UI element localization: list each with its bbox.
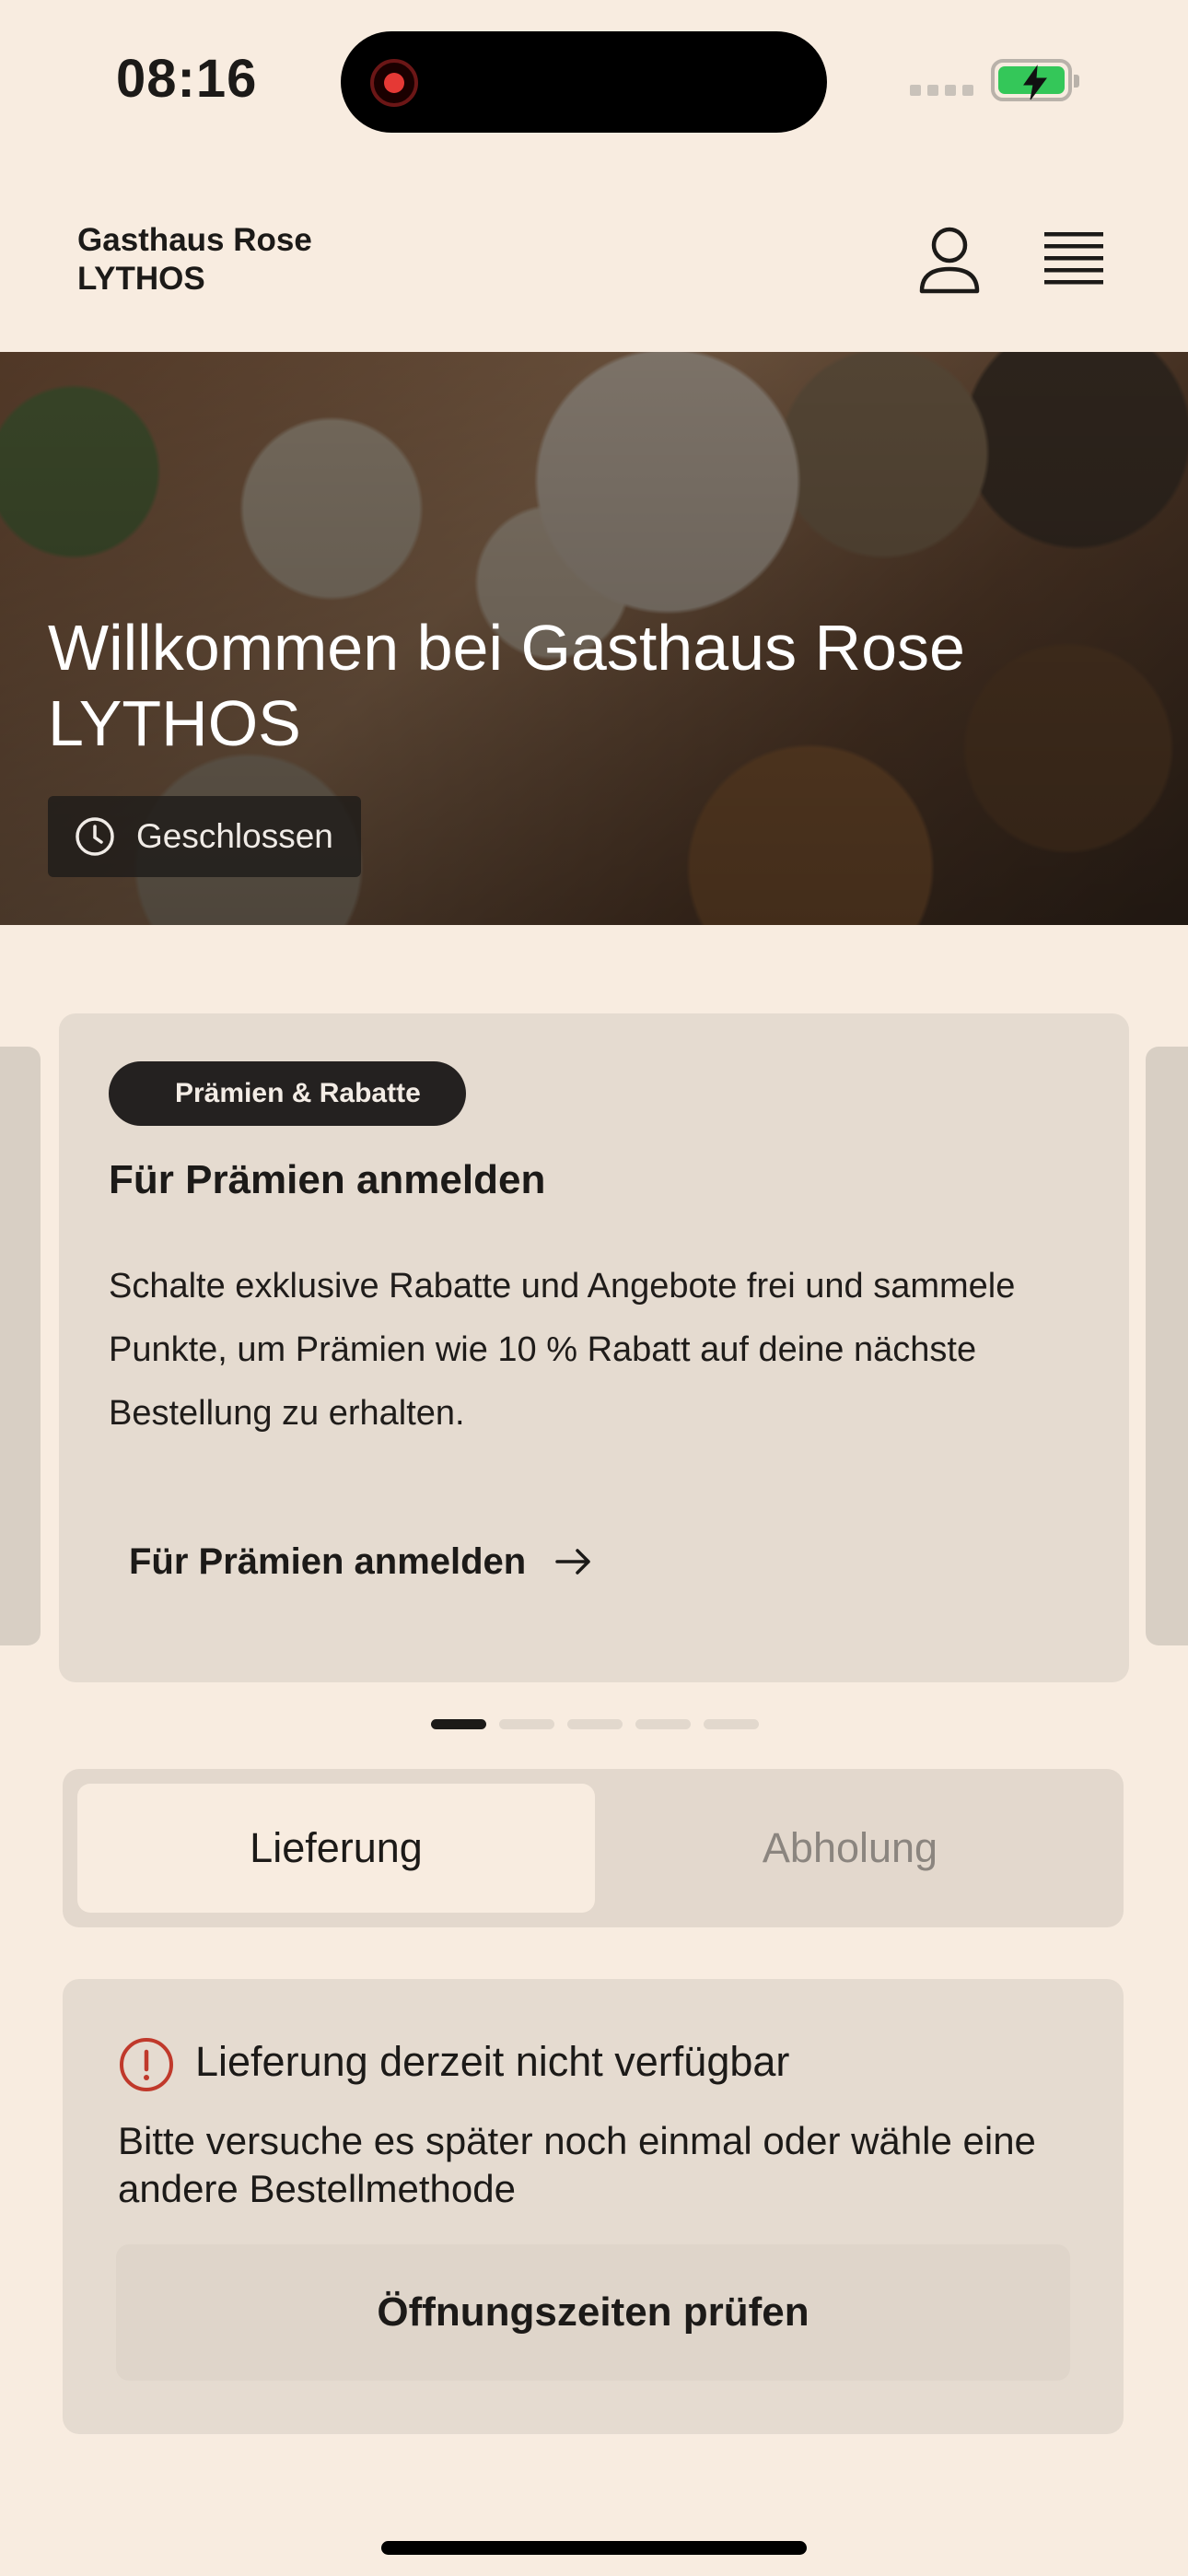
hero-title: Willkommen bei Gasthaus Rose LYTHOS [48, 612, 965, 759]
menu-button[interactable] [1044, 232, 1103, 290]
carousel-previous-card[interactable] [0, 1047, 41, 1645]
delivery-unavailable-notice: Lieferung derzeit nicht verfügbar Bitte … [63, 1979, 1124, 2434]
status-time: 08:16 [116, 49, 258, 109]
tab-pickup[interactable]: Abholung [591, 1784, 1109, 1913]
hero-banner: Willkommen bei Gasthaus Rose LYTHOS Gesc… [0, 352, 1188, 925]
open-status-text: Geschlossen [136, 817, 333, 855]
app-header: Gasthaus Rose LYTHOS [0, 166, 1188, 352]
open-status-badge: Geschlossen [48, 796, 361, 877]
arrow-right-icon [555, 1549, 590, 1575]
brand-line-2: LYTHOS [77, 261, 205, 297]
user-icon [919, 227, 980, 294]
carousel-dot[interactable] [499, 1719, 554, 1729]
order-method-toggle: Lieferung Abholung [63, 1769, 1124, 1927]
alert-circle-icon [120, 2038, 173, 2091]
recording-icon [370, 59, 418, 107]
battery-icon [991, 59, 1079, 101]
carousel-next-card[interactable] [1146, 1047, 1188, 1645]
carousel-dot[interactable] [704, 1719, 759, 1729]
carousel-dot[interactable] [431, 1719, 486, 1729]
carousel-pagination [431, 1719, 759, 1729]
brand-line-1: Gasthaus Rose [77, 222, 312, 258]
account-button[interactable] [917, 225, 982, 299]
home-indicator[interactable] [381, 2541, 807, 2555]
promo-title: Für Prämien anmelden [109, 1157, 546, 1202]
notice-title: Lieferung derzeit nicht verfügbar [195, 2038, 790, 2085]
carousel-dot[interactable] [567, 1719, 623, 1729]
dynamic-island [341, 31, 827, 133]
carousel-dot[interactable] [635, 1719, 691, 1729]
clock-icon [76, 817, 114, 856]
brand-name[interactable]: Gasthaus Rose LYTHOS [77, 221, 312, 299]
promo-card[interactable]: Prämien & Rabatte Für Prämien anmelden S… [59, 1013, 1129, 1682]
notice-message: Bitte versuche es später noch einmal ode… [118, 2119, 1036, 2210]
status-bar: 08:16 [0, 0, 1188, 166]
promo-tag: Prämien & Rabatte [109, 1061, 466, 1126]
signal-icon [910, 85, 973, 96]
promo-description: Schalte exklusive Rabatte und Angebote f… [109, 1267, 1016, 1433]
charging-bolt-icon [1023, 64, 1047, 100]
promo-link-label: Für Prämien anmelden [129, 1540, 527, 1582]
hamburger-menu-icon [1044, 232, 1103, 285]
check-opening-hours-button[interactable]: Öffnungszeiten prüfen [116, 2244, 1070, 2381]
tab-delivery[interactable]: Lieferung [77, 1784, 595, 1913]
promo-signup-link[interactable]: Für Prämien anmelden [129, 1529, 592, 1594]
